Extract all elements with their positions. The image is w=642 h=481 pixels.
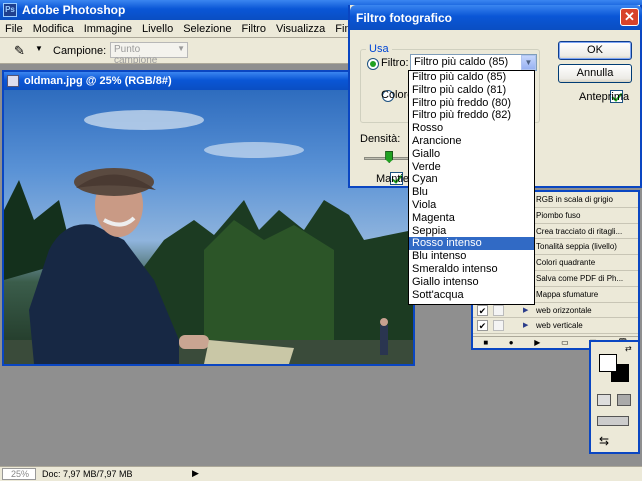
- density-label: Densità:: [360, 133, 401, 145]
- filter-option[interactable]: Rosso intenso: [409, 237, 534, 251]
- action-label: web orizzontale: [536, 305, 592, 315]
- action-enabled-checkbox[interactable]: ✔: [477, 320, 488, 332]
- ok-button-label: OK: [587, 44, 603, 56]
- ok-button[interactable]: OK: [558, 41, 632, 60]
- filter-option[interactable]: Arancione: [409, 135, 534, 148]
- cancel-button-label: Annulla: [576, 67, 614, 79]
- menu-item-immagine[interactable]: Immagine: [84, 23, 132, 35]
- document-title: oldman.jpg @ 25% (RGB/8#): [24, 75, 172, 87]
- filter-option[interactable]: Blu: [409, 186, 534, 199]
- jump-to-imageready-icon[interactable]: ⇆: [599, 434, 609, 448]
- filter-option[interactable]: Giallo: [409, 148, 534, 161]
- options-bar: ✎ ▼ Campione: Punto campione ▼: [0, 38, 350, 66]
- chevron-down-icon: ▼: [521, 55, 536, 70]
- toolbox-colors: ⇄ ⇆: [589, 340, 640, 454]
- filter-option[interactable]: Rosso: [409, 122, 534, 135]
- menu-item-visualizza[interactable]: Visualizza: [276, 23, 325, 35]
- app-title: Adobe Photoshop: [22, 3, 126, 17]
- swap-colors-icon[interactable]: ⇄: [625, 344, 632, 353]
- record-icon[interactable]: ●: [509, 338, 514, 347]
- status-bar: 25% Doc: 7,97 MB/7,97 MB ▶: [0, 466, 642, 481]
- filter-option[interactable]: Viola: [409, 199, 534, 212]
- filter-option[interactable]: Blu intenso: [409, 250, 534, 263]
- screen-mode-icon[interactable]: [597, 416, 629, 426]
- menu-bar: File Modifica Immagine Livello Selezione Filt…: [0, 20, 410, 38]
- action-row[interactable]: ✔ ▶ web verticale: [473, 318, 638, 335]
- action-label: RGB in scala di grigio: [536, 195, 613, 204]
- filter-option[interactable]: Filtro più freddo (80): [409, 97, 534, 110]
- filter-select-value: Filtro più caldo (85): [414, 56, 509, 68]
- action-label: Tonalità seppia (livello): [536, 242, 617, 252]
- action-label: Crea tracciato di ritagli...: [536, 226, 623, 236]
- standard-mode-icon[interactable]: [597, 394, 611, 406]
- photoshop-logo-icon: Ps: [3, 3, 17, 17]
- action-label: Mappa sfumature: [536, 289, 599, 299]
- filter-option[interactable]: Cyan: [409, 173, 534, 186]
- dialog-title: Filtro fotografico: [356, 11, 452, 25]
- action-label: Salva come PDF di Ph...: [536, 273, 624, 283]
- document-icon: [7, 75, 19, 87]
- new-set-icon[interactable]: ▭: [561, 338, 569, 347]
- quickmask-mode-icon[interactable]: [617, 394, 631, 406]
- filter-option[interactable]: Magenta: [409, 212, 534, 225]
- stop-icon[interactable]: ■: [483, 338, 488, 347]
- action-enabled-checkbox[interactable]: ✔: [477, 304, 488, 316]
- action-label: web verticale: [536, 321, 583, 331]
- chevron-down-icon: ▼: [177, 44, 185, 53]
- filter-option[interactable]: Sott'acqua: [409, 289, 534, 302]
- zoom-field[interactable]: 25%: [2, 468, 36, 480]
- sample-label: Campione:: [53, 45, 107, 57]
- preview-label: Anteprima: [579, 91, 630, 103]
- play-icon[interactable]: ▶: [534, 338, 540, 347]
- close-button[interactable]: ✕: [620, 8, 639, 26]
- eyedropper-icon[interactable]: ✎: [14, 43, 32, 59]
- filter-dropdown-list: Filtro più caldo (85) Filtro più caldo (8…: [408, 70, 535, 305]
- filter-option[interactable]: Filtro più caldo (81): [409, 84, 534, 97]
- menu-item-livello[interactable]: Livello: [142, 23, 173, 35]
- sample-select-value: Punto campione: [114, 44, 158, 66]
- filter-option[interactable]: Verde: [409, 161, 534, 174]
- menu-item-file[interactable]: File: [5, 23, 23, 35]
- filter-option[interactable]: Giallo intenso: [409, 276, 534, 289]
- doc-size: Doc: 7,97 MB/7,97 MB: [42, 469, 133, 479]
- density-slider-thumb[interactable]: [385, 151, 394, 163]
- expand-arrow-icon[interactable]: ▶: [523, 318, 528, 333]
- action-label: Piombo fuso: [536, 210, 581, 220]
- filter-option[interactable]: Filtro più freddo (82): [409, 109, 534, 122]
- menu-item-selezione[interactable]: Selezione: [183, 23, 231, 35]
- dialog-title-bar[interactable]: Filtro fotografico ✕: [350, 5, 642, 30]
- filter-select[interactable]: Filtro più caldo (85) ▼: [410, 54, 537, 71]
- cancel-button[interactable]: Annulla: [558, 64, 632, 83]
- action-dialog-toggle[interactable]: [493, 320, 504, 332]
- foreground-color-swatch[interactable]: [599, 354, 617, 372]
- action-dialog-toggle[interactable]: [493, 304, 504, 316]
- filter-radio-label: Filtro:: [381, 57, 409, 69]
- filter-option[interactable]: Filtro più caldo (85): [409, 71, 534, 84]
- menu-item-modifica[interactable]: Modifica: [33, 23, 74, 35]
- action-label: Colori quadrante: [536, 258, 596, 268]
- filter-radio[interactable]: [367, 57, 379, 70]
- sample-select[interactable]: Punto campione ▼: [110, 42, 188, 66]
- filter-option[interactable]: Seppia: [409, 225, 534, 238]
- menu-item-filtro[interactable]: Filtro: [242, 23, 266, 35]
- status-menu-arrow[interactable]: ▶: [192, 468, 199, 479]
- tool-preset-arrow[interactable]: ▼: [35, 44, 43, 53]
- filter-option[interactable]: Smeraldo intenso: [409, 263, 534, 276]
- use-group-label: Usa: [369, 43, 389, 55]
